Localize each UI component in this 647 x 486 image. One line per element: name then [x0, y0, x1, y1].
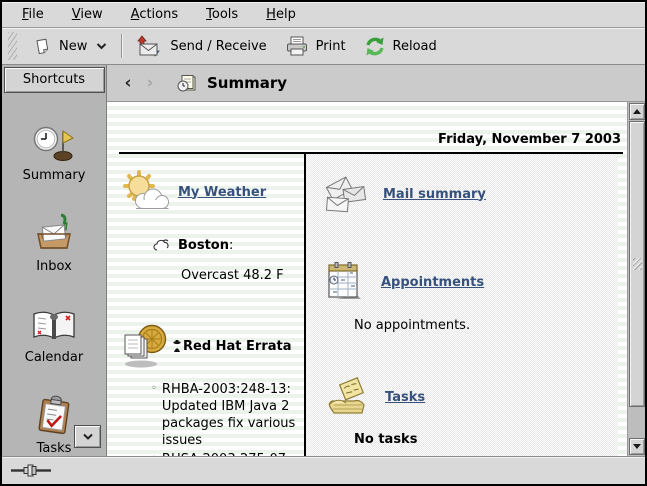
summary-view: Friday, November 7 2003 [107, 102, 645, 456]
status-bar [2, 456, 645, 484]
sticky-notes-icon [324, 377, 370, 417]
menu-bar: File View Actions Tools Help [2, 2, 645, 28]
mail-summary-section: Mail summary [306, 174, 618, 214]
desk-calendar-icon [324, 261, 366, 303]
menu-view[interactable]: View [62, 4, 113, 25]
sidebar-item-summary[interactable]: Summary [2, 108, 106, 184]
page-title: Summary [207, 74, 287, 92]
reload-icon [364, 36, 386, 57]
summary-papers-clock-icon [177, 74, 197, 92]
sidebar-item-inbox[interactable]: Inbox [2, 198, 106, 274]
summary-scroll-content: Friday, November 7 2003 [107, 102, 627, 456]
red-hat-shadowman-icon [173, 340, 181, 352]
summary-right-column: Mail summary [306, 154, 618, 456]
summary-clock-icon [32, 123, 76, 163]
vertical-scrollbar[interactable] [627, 102, 645, 456]
sidebar-item-label: Tasks [37, 441, 72, 456]
menu-file[interactable]: File [12, 4, 54, 25]
no-tasks-text: No tasks [354, 432, 618, 447]
scrollbar-grip-icon [633, 258, 642, 270]
printer-icon [285, 36, 309, 56]
appointments-section: Appointments [306, 261, 618, 303]
new-button[interactable]: New [24, 32, 116, 61]
bullet-icon: ◦ [151, 451, 157, 456]
date-row: Friday, November 7 2003 [119, 102, 627, 152]
evolution-window: File View Actions Tools Help New [0, 0, 647, 486]
appointments-link[interactable]: Appointments [381, 275, 484, 290]
scrollbar-thumb[interactable] [629, 121, 645, 407]
content-area: ‹ › Summary [107, 65, 645, 456]
toolbar-separator [121, 34, 122, 58]
chevron-down-icon [82, 432, 94, 441]
no-appointments-text: No appointments. [354, 318, 618, 333]
calendar-book-icon [30, 309, 78, 345]
sidebar-item-label: Calendar [25, 350, 83, 365]
arrow-up-icon [633, 109, 641, 114]
send-receive-button[interactable]: Send / Receive [127, 30, 275, 63]
papers-gold-coin-icon [121, 323, 171, 369]
toolbar: New Send / Receive [2, 28, 645, 65]
sidebar-item-calendar[interactable]: Calendar [2, 289, 106, 365]
new-note-icon [33, 37, 52, 56]
errata-title: Red Hat Errata [183, 339, 292, 354]
current-date: Friday, November 7 2003 [438, 132, 621, 147]
envelopes-icon [324, 174, 368, 214]
forward-button[interactable]: › [143, 75, 157, 92]
errata-item[interactable]: ◦ RHBA-2003:248-13:Updated IBM Java 2 pa… [151, 381, 298, 449]
send-receive-icon [136, 35, 163, 58]
tasks-clipboard-icon [34, 394, 74, 436]
folder-title-bar: ‹ › Summary [107, 65, 645, 102]
weather-location-colon: : [229, 238, 233, 253]
back-button[interactable]: ‹ [121, 75, 135, 92]
mail-summary-link[interactable]: Mail summary [383, 187, 486, 202]
tasks-link[interactable]: Tasks [385, 390, 425, 405]
sidebar-item-label: Summary [23, 168, 86, 183]
inbox-tray-icon [31, 212, 77, 254]
chevron-down-icon [96, 42, 107, 50]
shortcuts-group-button[interactable]: Shortcuts [4, 67, 105, 93]
summary-left-column: My Weather Boston: [119, 154, 306, 456]
weather-conditions: Overcast 48.2 F [181, 268, 298, 283]
toolbar-grip-handle[interactable] [8, 32, 17, 60]
main-area: Shortcuts Summary [2, 65, 645, 456]
bullet-icon: ◦ [151, 381, 157, 449]
sidebar-item-label: Inbox [36, 259, 72, 274]
scroll-down-button[interactable] [629, 438, 645, 455]
sun-cloud-icon [121, 168, 169, 216]
my-weather-link[interactable]: My Weather [178, 185, 266, 200]
weather-location: Boston [178, 238, 229, 253]
menu-tools[interactable]: Tools [196, 4, 248, 25]
arrow-down-icon [633, 444, 641, 449]
print-button[interactable]: Print [276, 31, 355, 61]
reload-button[interactable]: Reload [355, 31, 446, 62]
scroll-up-button[interactable] [629, 103, 645, 120]
shortcut-bar-scroll-down-button[interactable] [74, 425, 101, 448]
tasks-section: Tasks [306, 377, 618, 417]
menu-help[interactable]: Help [256, 4, 306, 25]
errata-list: ◦ RHBA-2003:248-13:Updated IBM Java 2 pa… [151, 381, 298, 456]
menu-actions[interactable]: Actions [121, 4, 189, 25]
online-status-plug-icon[interactable] [11, 464, 57, 477]
errata-item[interactable]: ◦ RHSA-2003:275-07:Updated CUPS packages… [151, 451, 298, 456]
shortcut-bar: Shortcuts Summary [2, 65, 107, 456]
small-cloud-icon [153, 239, 171, 252]
